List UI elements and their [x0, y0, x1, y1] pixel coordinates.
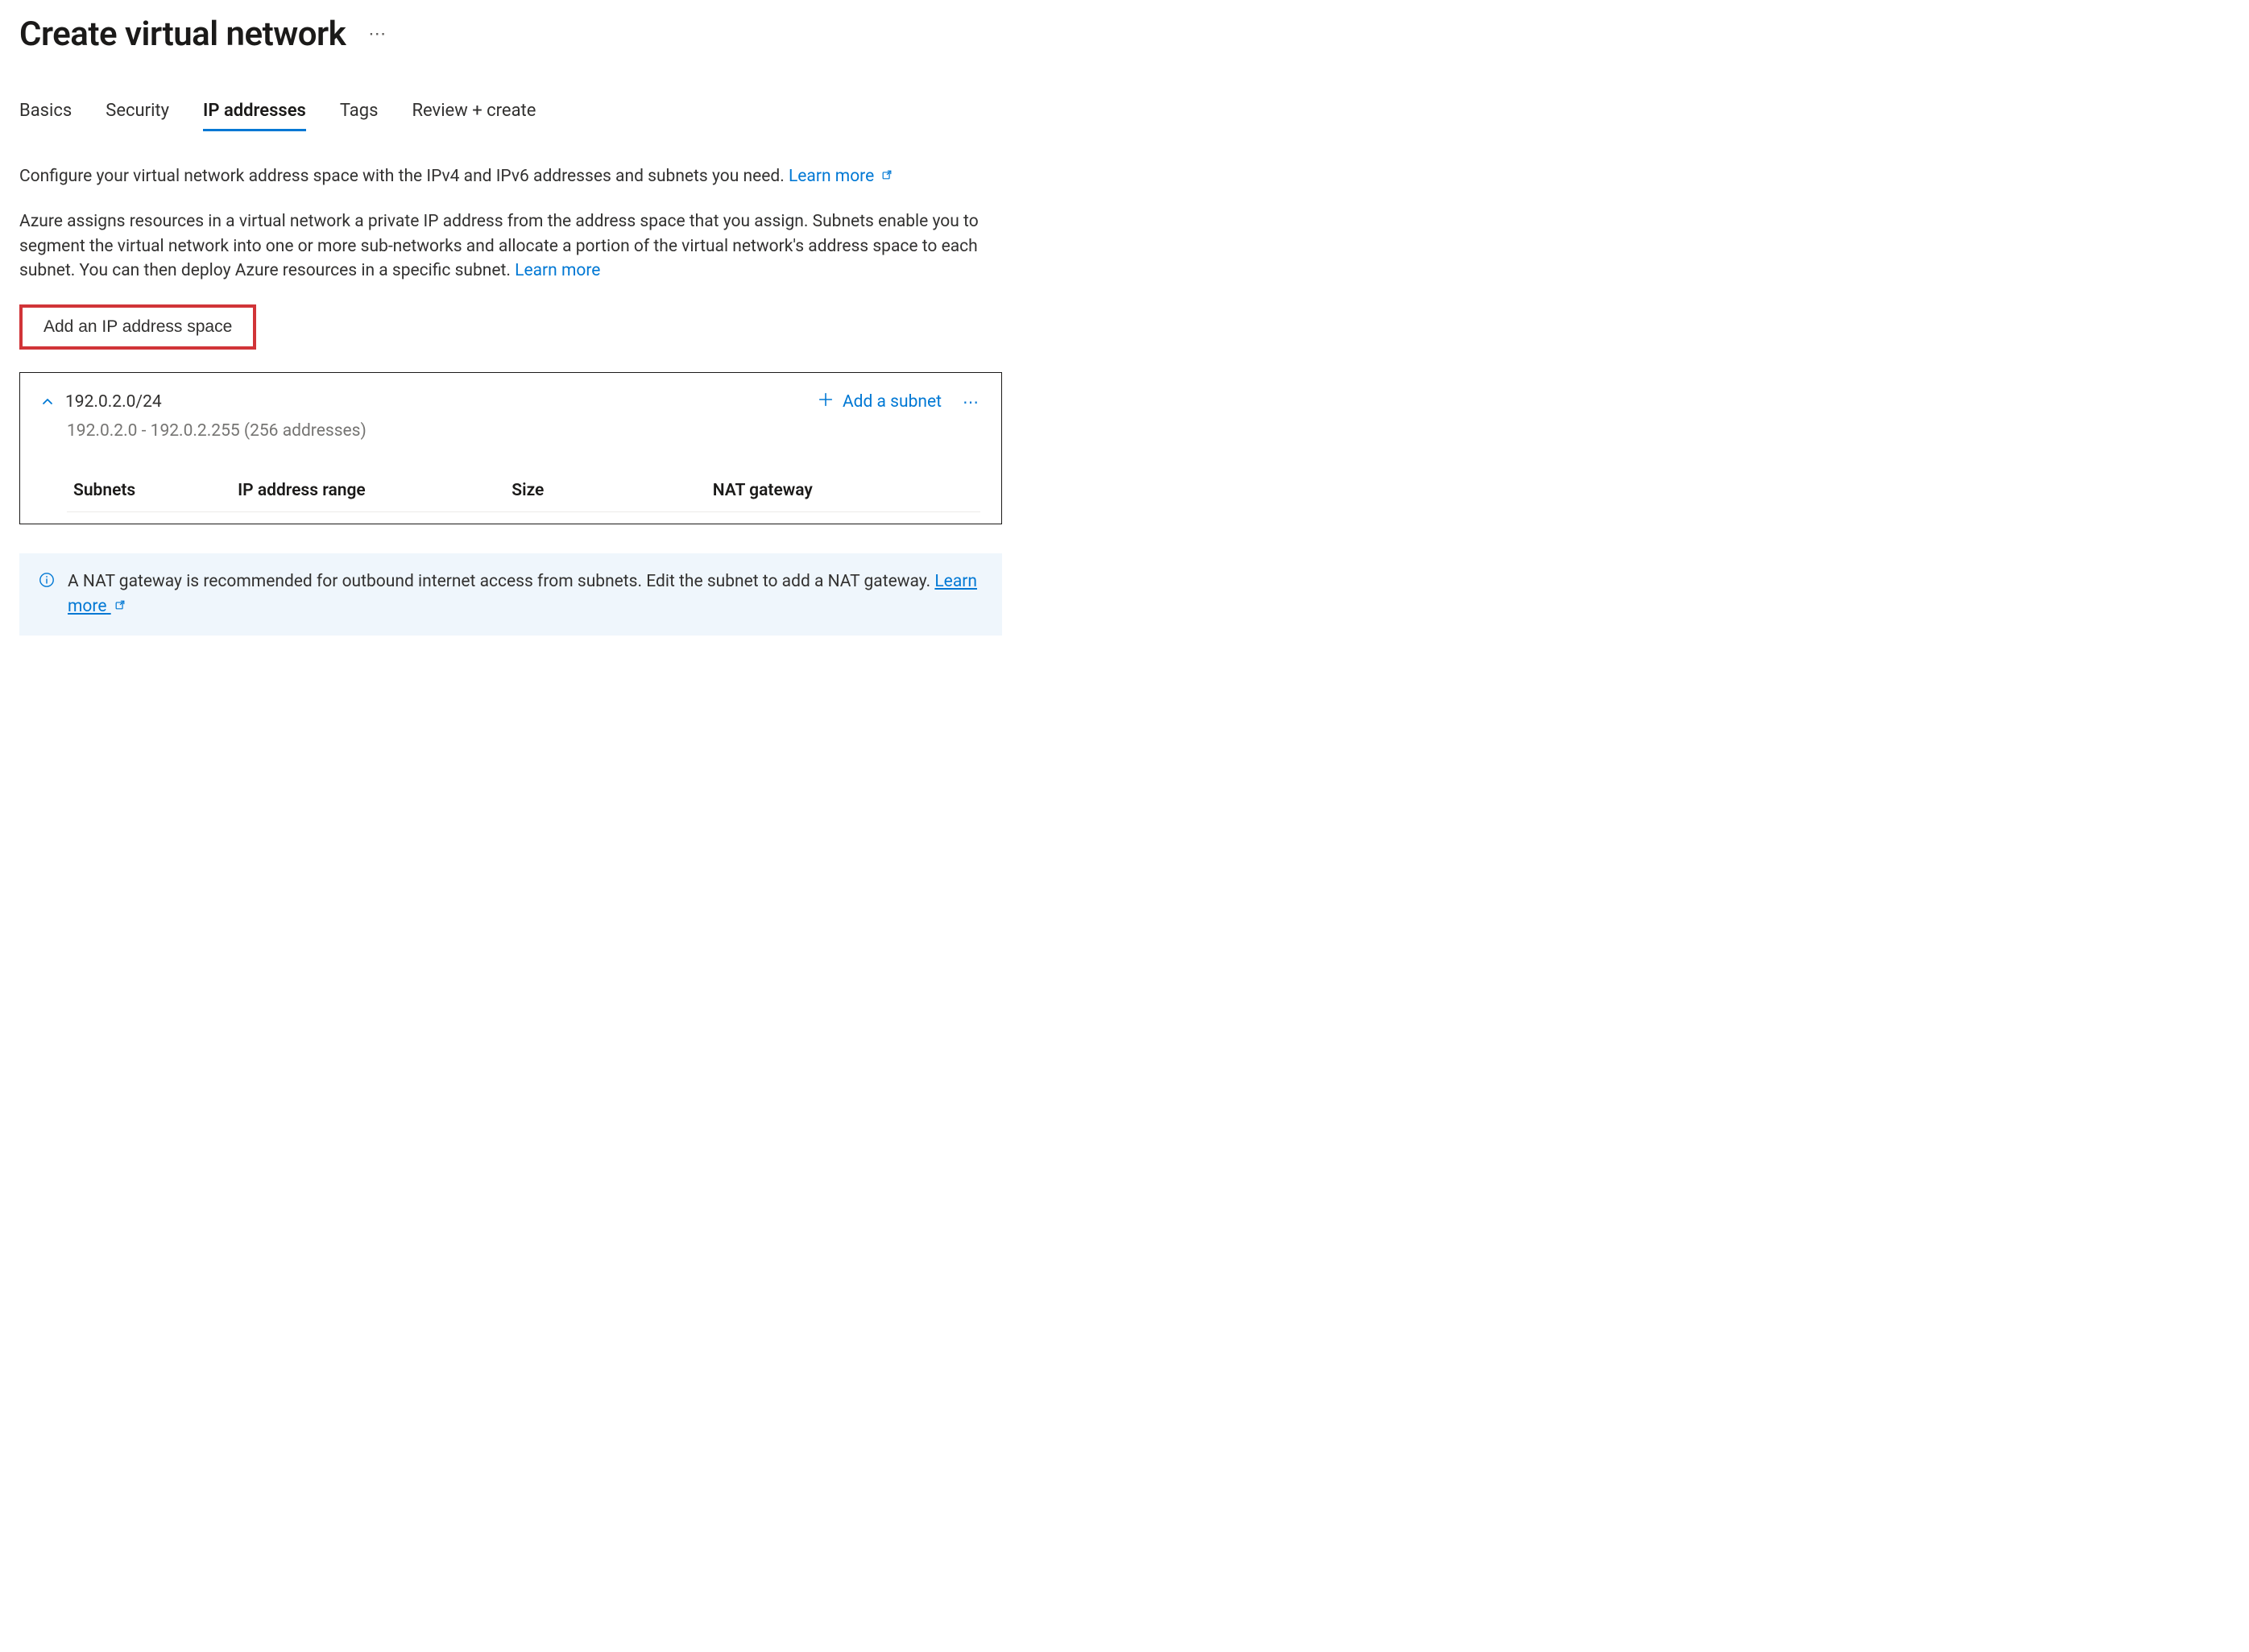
address-space-more-icon[interactable]: ⋯	[963, 394, 980, 410]
column-header-size: Size	[505, 473, 706, 512]
learn-more-link-1[interactable]: Learn more	[789, 167, 893, 186]
info-banner-text: A NAT gateway is recommended for outboun…	[68, 572, 934, 591]
learn-more-2-text: Learn more	[515, 261, 600, 280]
page-more-icon[interactable]: ⋯	[368, 26, 387, 43]
tab-ip-addresses[interactable]: IP addresses	[203, 101, 306, 131]
column-header-ip-range: IP address range	[231, 473, 505, 512]
tab-basics[interactable]: Basics	[19, 101, 72, 131]
learn-more-1-text: Learn more	[789, 167, 874, 186]
add-ip-address-space-button[interactable]: Add an IP address space	[24, 309, 251, 345]
intro-1-text: Configure your virtual network address s…	[19, 167, 789, 186]
nat-gateway-info-banner: A NAT gateway is recommended for outboun…	[19, 553, 1002, 636]
chevron-up-icon[interactable]	[41, 395, 54, 408]
address-space-cidr: 192.0.2.0/24	[65, 392, 162, 412]
page-title: Create virtual network	[19, 14, 346, 54]
external-link-icon	[881, 166, 893, 185]
intro-2-text: Azure assigns resources in a virtual net…	[19, 212, 979, 280]
add-subnet-button[interactable]: Add a subnet	[818, 392, 942, 412]
subnets-table: Subnets IP address range Size NAT gatewa…	[67, 473, 980, 512]
address-space-card: 192.0.2.0/24 Add a subnet ⋯ 192.0.2.0 - …	[19, 372, 1002, 524]
wizard-tabs: Basics Security IP addresses Tags Review…	[19, 101, 2230, 131]
external-link-icon	[114, 596, 126, 615]
add-address-space-highlight: Add an IP address space	[19, 304, 256, 350]
add-subnet-label: Add a subnet	[843, 392, 942, 412]
tab-tags[interactable]: Tags	[340, 101, 379, 131]
intro-paragraph-2: Azure assigns resources in a virtual net…	[19, 209, 986, 283]
info-icon	[39, 571, 55, 595]
plus-icon	[818, 392, 833, 412]
tab-security[interactable]: Security	[106, 101, 169, 131]
tab-review-create[interactable]: Review + create	[412, 101, 536, 131]
column-header-subnets: Subnets	[67, 473, 231, 512]
learn-more-link-2[interactable]: Learn more	[515, 261, 600, 280]
intro-paragraph-1: Configure your virtual network address s…	[19, 164, 986, 188]
column-header-nat-gateway: NAT gateway	[706, 473, 980, 512]
address-space-range-text: 192.0.2.0 - 192.0.2.255 (256 addresses)	[67, 421, 980, 441]
